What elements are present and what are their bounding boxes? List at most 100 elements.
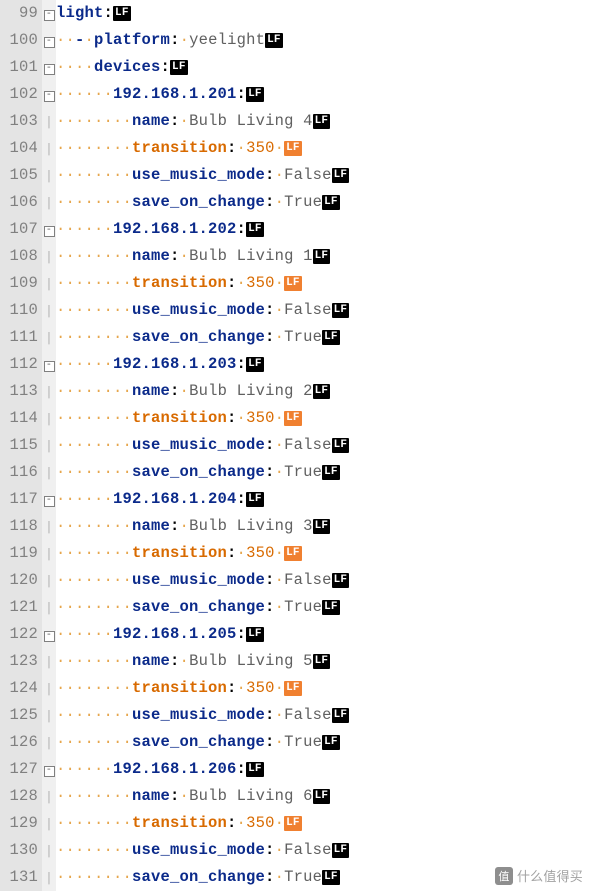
fold-toggle-icon[interactable]: - — [44, 496, 55, 507]
code-line[interactable]: ······192.168.1.206:LF — [56, 756, 589, 783]
line-ending-lf-icon: LF — [313, 114, 331, 129]
line-number: 127 — [2, 756, 38, 783]
code-line[interactable]: ······192.168.1.201:LF — [56, 81, 589, 108]
code-line[interactable]: ········use_music_mode:·FalseLF — [56, 432, 589, 459]
line-ending-lf-icon: LF — [313, 384, 331, 399]
fold-toggle-icon[interactable]: - — [44, 226, 55, 237]
yaml-colon: : — [161, 58, 171, 76]
whitespace-dots: · — [180, 517, 190, 535]
whitespace-dots: ········ — [56, 733, 132, 751]
whitespace-dots: ······ — [56, 85, 113, 103]
code-area[interactable]: light:LF··-·platform:·yeelightLF····devi… — [56, 0, 589, 891]
line-number: 102 — [2, 81, 38, 108]
yaml-colon: : — [265, 436, 275, 454]
whitespace-dots: · — [85, 31, 95, 49]
yaml-colon: : — [265, 166, 275, 184]
code-line[interactable]: ········transition:·350·LF — [56, 810, 589, 837]
fold-guide-icon: │ — [46, 117, 53, 129]
yaml-colon: : — [227, 409, 237, 427]
whitespace-dots: ········ — [56, 652, 132, 670]
code-line[interactable]: ········use_music_mode:·FalseLF — [56, 162, 589, 189]
code-line[interactable]: ··-·platform:·yeelightLF — [56, 27, 589, 54]
whitespace-dots: · — [180, 787, 190, 805]
code-editor[interactable]: 9910010110210310410510610710810911011111… — [0, 0, 589, 891]
fold-guide-icon: │ — [46, 576, 53, 588]
whitespace-dots: · — [237, 544, 247, 562]
whitespace-dots: · — [237, 139, 247, 157]
code-line[interactable]: ········transition:·350·LF — [56, 135, 589, 162]
yaml-key: use_music_mode — [132, 841, 265, 859]
line-number: 117 — [2, 486, 38, 513]
yaml-value: Bulb Living 6 — [189, 787, 313, 805]
code-line[interactable]: ········name:·Bulb Living 1LF — [56, 243, 589, 270]
yaml-colon: : — [170, 517, 180, 535]
whitespace-dots: · — [275, 706, 285, 724]
yaml-value: False — [284, 301, 332, 319]
code-line[interactable]: ········name:·Bulb Living 6LF — [56, 783, 589, 810]
yaml-key: platform — [94, 31, 170, 49]
code-line[interactable]: light:LF — [56, 0, 589, 27]
fold-toggle-icon[interactable]: - — [44, 37, 55, 48]
code-line[interactable]: ········save_on_change:·TrueLF — [56, 729, 589, 756]
code-line[interactable]: ········transition:·350·LF — [56, 270, 589, 297]
line-ending-lf-icon: LF — [322, 870, 340, 885]
yaml-colon: : — [265, 328, 275, 346]
code-line[interactable]: ······192.168.1.205:LF — [56, 621, 589, 648]
code-line[interactable]: ········name:·Bulb Living 5LF — [56, 648, 589, 675]
yaml-colon: : — [265, 841, 275, 859]
code-line[interactable]: ······192.168.1.203:LF — [56, 351, 589, 378]
code-line[interactable]: ········transition:·350·LF — [56, 405, 589, 432]
code-line[interactable]: ····devices:LF — [56, 54, 589, 81]
fold-toggle-icon[interactable]: - — [44, 361, 55, 372]
yaml-key: use_music_mode — [132, 301, 265, 319]
code-line[interactable]: ········use_music_mode:·FalseLF — [56, 837, 589, 864]
whitespace-dots: ········ — [56, 517, 132, 535]
yaml-key: name — [132, 112, 170, 130]
yaml-value: 350 — [246, 544, 275, 562]
fold-toggle-icon[interactable]: - — [44, 631, 55, 642]
yaml-key: use_music_mode — [132, 706, 265, 724]
code-line[interactable]: ········save_on_change:·TrueLF — [56, 594, 589, 621]
yaml-colon: : — [227, 544, 237, 562]
fold-gutter[interactable]: ----││││-││││-││││-││││-││││-││││ — [42, 0, 56, 891]
code-line[interactable]: ········name:·Bulb Living 3LF — [56, 513, 589, 540]
code-line[interactable]: ········name:·Bulb Living 2LF — [56, 378, 589, 405]
yaml-key: save_on_change — [132, 328, 265, 346]
fold-toggle-icon[interactable]: - — [44, 91, 55, 102]
code-line[interactable]: ······192.168.1.202:LF — [56, 216, 589, 243]
yaml-value: 350 — [246, 274, 275, 292]
yaml-colon: : — [170, 247, 180, 265]
code-line[interactable]: ········save_on_change:·TrueLF — [56, 189, 589, 216]
yaml-key: transition — [132, 814, 227, 832]
yaml-colon: : — [265, 598, 275, 616]
line-ending-lf-icon: LF — [265, 33, 283, 48]
code-line[interactable]: ········use_music_mode:·FalseLF — [56, 702, 589, 729]
fold-guide-icon: │ — [46, 603, 53, 615]
line-number: 110 — [2, 297, 38, 324]
whitespace-dots: ······ — [56, 220, 113, 238]
fold-guide-icon: │ — [46, 846, 53, 858]
line-ending-lf-icon: LF — [322, 465, 340, 480]
fold-toggle-icon[interactable]: - — [44, 766, 55, 777]
fold-toggle-icon[interactable]: - — [44, 10, 55, 21]
yaml-key: 192.168.1.203 — [113, 355, 237, 373]
line-ending-lf-icon: LF — [332, 573, 350, 588]
line-ending-lf-icon: LF — [332, 438, 350, 453]
whitespace-dots: · — [275, 274, 285, 292]
fold-toggle-icon[interactable]: - — [44, 64, 55, 75]
yaml-key: name — [132, 652, 170, 670]
code-line[interactable]: ······192.168.1.204:LF — [56, 486, 589, 513]
code-line[interactable]: ········name:·Bulb Living 4LF — [56, 108, 589, 135]
code-line[interactable]: ········transition:·350·LF — [56, 540, 589, 567]
yaml-value: True — [284, 328, 322, 346]
code-line[interactable]: ········save_on_change:·TrueLF — [56, 324, 589, 351]
whitespace-dots: ········ — [56, 382, 132, 400]
whitespace-dots: ········ — [56, 328, 132, 346]
yaml-key: name — [132, 382, 170, 400]
code-line[interactable]: ········transition:·350·LF — [56, 675, 589, 702]
code-line[interactable]: ········use_music_mode:·FalseLF — [56, 567, 589, 594]
code-line[interactable]: ········use_music_mode:·FalseLF — [56, 297, 589, 324]
code-line[interactable]: ········save_on_change:·TrueLF — [56, 459, 589, 486]
yaml-key: save_on_change — [132, 463, 265, 481]
whitespace-dots: · — [180, 112, 190, 130]
